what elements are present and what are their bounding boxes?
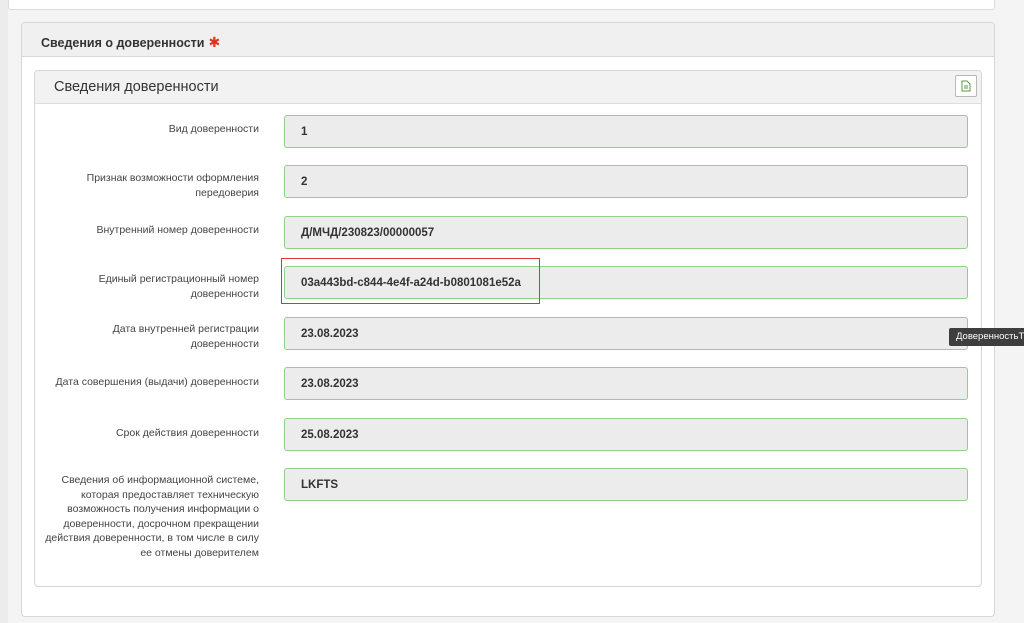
field-label-poa-type: Вид доверенности (168, 123, 259, 135)
tooltip: ДоверенностьТ (949, 328, 1024, 346)
field-internal-number[interactable]: Д/МЧД/230823/00000057 (284, 216, 968, 249)
field-poa-type[interactable]: 1 (284, 115, 968, 148)
field-label-expiry-date: Срок действия доверенности (115, 427, 259, 439)
field-label-internal-reg-date: Дата внутренней регистрации доверенности (112, 323, 259, 350)
field-label-info-system: Сведения об информационной системе, кото… (45, 474, 259, 559)
field-label-internal-number: Внутренний номер доверенности (96, 224, 259, 236)
document-icon[interactable] (955, 75, 977, 97)
panel-title: Сведения доверенности (54, 79, 219, 95)
section-header: Сведения о доверенности ✱ (22, 23, 994, 57)
field-issue-date[interactable]: 23.08.2023 (284, 367, 968, 400)
previous-panel-edge (8, 0, 995, 10)
field-redelegation[interactable]: 2 (284, 165, 968, 198)
panel-header: Сведения доверенности (35, 71, 981, 104)
field-label-registration-number: Единый регистрационный номер доверенност… (98, 273, 259, 300)
left-edge (0, 0, 8, 623)
field-registration-number[interactable]: 03a443bd-c844-4e4f-a24d-b0801081e52a (284, 266, 968, 299)
field-label-redelegation: Признак возможности оформления передовер… (86, 172, 259, 199)
required-icon: ✱ (208, 34, 221, 50)
section-title-text: Сведения о доверенности (41, 36, 205, 50)
section-title: Сведения о доверенности ✱ (41, 34, 220, 51)
document-icon-glyph (961, 80, 971, 92)
field-internal-reg-date[interactable]: 23.08.2023 (284, 317, 968, 350)
field-expiry-date[interactable]: 25.08.2023 (284, 418, 968, 451)
field-label-issue-date: Дата совершения (выдачи) доверенности (55, 376, 259, 388)
field-info-system[interactable]: LKFTS (284, 468, 968, 501)
